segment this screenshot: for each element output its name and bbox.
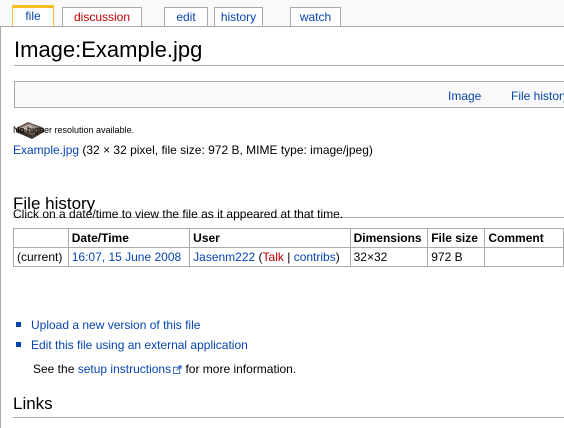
datetime-cell: 16:07, 15 June 2008 — [67, 247, 191, 267]
column-header-dimensions: Dimensions — [349, 228, 429, 248]
tab-history[interactable]: history — [214, 7, 263, 26]
links-heading: Links — [13, 394, 53, 413]
column-header-comment: Comment — [484, 228, 564, 248]
file-details: (32 × 32 pixel, file size: 972 B, MIME t… — [82, 143, 373, 157]
edit-external-link[interactable]: Edit this file using an external applica… — [31, 338, 248, 352]
external-link-icon — [173, 365, 182, 374]
column-header-status — [13, 228, 69, 248]
setup-instructions-note: See the setup instructions for more info… — [33, 362, 296, 376]
tab-file-label: file — [25, 9, 41, 23]
datetime-link[interactable]: 16:07, 15 June 2008 — [72, 250, 181, 264]
table-header-row: Date/Time User Dimensions File size Comm… — [13, 228, 564, 248]
tab-edit[interactable]: edit — [164, 7, 208, 26]
comment-cell — [484, 247, 564, 267]
user-links-separator: | — [287, 250, 291, 264]
setup-prefix: See the — [33, 362, 75, 376]
tab-discussion[interactable]: discussion — [62, 7, 142, 26]
column-header-datetime: Date/Time — [67, 228, 191, 248]
table-row: (current) 16:07, 15 June 2008 Jasenm222 … — [13, 247, 564, 267]
file-info-line: Example.jpg (32 × 32 pixel, file size: 9… — [13, 143, 373, 157]
no-higher-resolution-note: No higher resolution available. — [13, 125, 135, 135]
bullet-icon — [16, 342, 21, 348]
toc-image-link[interactable]: Image — [448, 89, 481, 103]
page-tabs: file discussion edit history watch — [0, 0, 564, 28]
links-divider — [13, 417, 564, 418]
file-size-cell: 972 B — [427, 247, 486, 267]
setup-instructions-link[interactable]: setup instructions — [78, 362, 182, 376]
tab-discussion-label: discussion — [73, 10, 131, 24]
file-link[interactable]: Example.jpg — [13, 143, 79, 157]
upload-new-version-item: Upload a new version of this file — [16, 318, 200, 332]
column-header-user: User — [189, 228, 351, 248]
tab-watch[interactable]: watch — [290, 7, 341, 26]
bullet-icon — [16, 322, 21, 328]
status-cell: (current) — [13, 247, 69, 267]
user-contribs-link[interactable]: contribs — [294, 250, 336, 264]
tab-file[interactable]: file — [12, 5, 54, 28]
page-title: Image:Example.jpg — [14, 37, 203, 62]
file-history-intro: Click on a date/time to view the file as… — [13, 207, 344, 221]
user-talk-link[interactable]: Talk — [263, 250, 284, 264]
dimensions-cell: 32×32 — [349, 247, 429, 267]
file-history-table: Date/Time User Dimensions File size Comm… — [13, 228, 564, 267]
file-toc: Image File history — [14, 81, 564, 108]
edit-external-item: Edit this file using an external applica… — [16, 338, 248, 352]
column-header-file-size: File size — [427, 228, 486, 248]
upload-new-version-link[interactable]: Upload a new version of this file — [31, 318, 200, 332]
title-divider — [14, 65, 564, 66]
setup-suffix: for more information. — [185, 362, 297, 376]
setup-instructions-label: setup instructions — [77, 362, 172, 376]
tab-history-label: history — [220, 10, 257, 24]
toc-file-history-link[interactable]: File history — [511, 89, 564, 103]
user-link[interactable]: Jasenm222 — [193, 250, 255, 264]
tab-watch-label: watch — [299, 10, 332, 24]
tab-edit-label: edit — [176, 10, 196, 24]
user-cell: Jasenm222 (Talk | contribs) — [189, 247, 351, 267]
